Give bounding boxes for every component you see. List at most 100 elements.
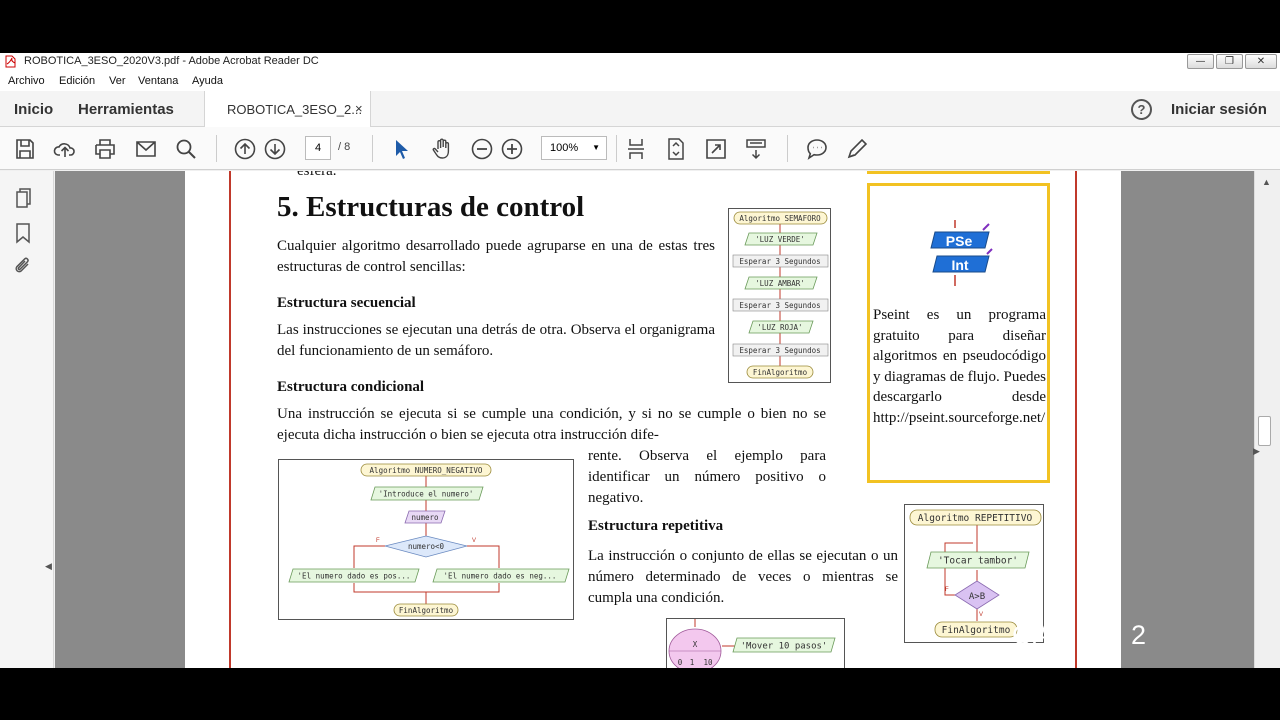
pseint-logo-icon: PSe Int <box>930 220 993 286</box>
top-fragment-text: esfera. <box>297 171 337 179</box>
menu-bar: Archivo Edición Ver Ventana Ayuda <box>0 71 1280 91</box>
repetitivo-condition: A>B <box>969 592 985 602</box>
negativo-left-output: 'El numero dado es pos... <box>298 572 411 581</box>
fit-page-icon[interactable] <box>664 137 688 161</box>
pen-icon[interactable] <box>845 137 869 161</box>
page-down-icon[interactable] <box>263 137 287 161</box>
repetitivo-f-label: F <box>945 587 949 593</box>
scroll-up-icon[interactable]: ▲ <box>1262 177 1271 187</box>
window-title: ROBOTICA_3ESO_2020V3.pdf - Adobe Acrobat… <box>24 55 319 67</box>
mover-range-start: 0 <box>678 658 683 667</box>
video-overlay-caption: CA 2 DE 2 <box>1012 620 1148 650</box>
repetitivo-v-label: V <box>979 612 983 618</box>
vertical-scrollbar[interactable]: ▲ ▶ <box>1253 171 1280 668</box>
mover-range-step: 1 <box>690 658 695 667</box>
print-icon[interactable] <box>93 137 117 161</box>
cond-heading: Estructura condicional <box>277 379 425 395</box>
pse-logo-top: PSe <box>946 233 973 249</box>
tab-bar: Inicio Herramientas ROBOTICA_3ESO_2... ×… <box>0 91 1280 127</box>
negativo-read: numero <box>411 513 439 522</box>
menu-ver[interactable]: Ver <box>109 75 126 87</box>
acrobat-window: ROBOTICA_3ESO_2020V3.pdf - Adobe Acrobat… <box>0 53 1280 668</box>
zoom-out-icon[interactable] <box>470 137 494 161</box>
page-total: / 8 <box>338 141 351 153</box>
seq-heading: Estructura secuencial <box>277 295 416 311</box>
attachment-icon[interactable] <box>12 255 34 277</box>
pseint-info-box: PSe Int Pseint es un programa gratuito p… <box>867 183 1050 483</box>
comment-icon[interactable] <box>805 137 829 161</box>
upload-icon[interactable] <box>53 137 77 161</box>
mail-icon[interactable] <box>134 137 158 161</box>
title-bar: ROBOTICA_3ESO_2020V3.pdf - Adobe Acrobat… <box>0 53 1280 71</box>
tab-home[interactable]: Inicio <box>14 101 53 118</box>
zoom-select[interactable]: 100% ▼ <box>541 136 607 160</box>
negativo-end: FinAlgoritmo <box>399 606 454 615</box>
menu-edicion[interactable]: Edición <box>59 75 95 87</box>
toolbar: 4 / 8 100% ▼ <box>0 127 1280 170</box>
rep-heading: Estructura repetitiva <box>588 518 724 534</box>
semaforo-step-5: 'LUZ ROJA' <box>757 323 802 332</box>
read-mode-icon[interactable] <box>744 137 768 161</box>
semaforo-title: Algoritmo SEMAFORO <box>739 214 821 223</box>
repetitivo-step: 'Tocar tambor' <box>938 556 1018 567</box>
help-icon[interactable]: ? <box>1131 99 1152 120</box>
semaforo-step-2: Esperar 3 Segundos <box>739 257 820 266</box>
negativo-right-output: 'El numero dado es neg... <box>444 572 557 581</box>
mover-var: X <box>693 640 698 649</box>
toolbar-separator <box>372 135 373 162</box>
negativo-f-label: F <box>376 538 380 544</box>
seq-paragraph: Las instrucciones se ejecutan una detrás… <box>277 322 715 359</box>
tab-close-icon[interactable]: × <box>355 101 363 116</box>
pdf-page: esfera. 5. Estructuras de control Cualqu… <box>185 171 1121 668</box>
pseint-description: Pseint es un programa gratuito para dise… <box>873 307 1046 426</box>
save-icon[interactable] <box>13 137 37 161</box>
flowchart-semaforo: Algoritmo SEMAFORO 'LUZ VERDE' Esperar 3… <box>728 208 831 383</box>
signin-button[interactable]: Iniciar sesión <box>1171 101 1267 118</box>
cond-paragraph-continued: rente. Observa el ejemplo para identific… <box>588 448 826 506</box>
navigation-panel: ◀ <box>0 171 54 668</box>
semaforo-step-1: 'LUZ VERDE' <box>755 235 805 244</box>
flowchart-numero-negativo: Algoritmo NUMERO_NEGATIVO 'Introduce el … <box>278 459 574 620</box>
mover-range-end: 10 <box>703 658 713 667</box>
intro-paragraph: Cualquier algoritmo desarrollado puede a… <box>277 238 715 275</box>
toolbar-separator <box>787 135 788 162</box>
close-window-button[interactable]: ✕ <box>1245 54 1277 69</box>
minimize-button[interactable]: — <box>1187 54 1214 69</box>
bookmark-icon[interactable] <box>12 222 34 244</box>
expand-right-panel-icon[interactable]: ▶ <box>1253 446 1260 457</box>
hand-icon[interactable] <box>430 137 454 161</box>
tab-document-label: ROBOTICA_3ESO_2... <box>227 102 363 117</box>
page-number-input[interactable]: 4 <box>305 136 331 160</box>
pages-icon[interactable] <box>12 187 34 209</box>
repetitivo-title: Algoritmo REPETITIVO <box>918 513 1033 524</box>
toolbar-separator <box>216 135 217 162</box>
tab-tools[interactable]: Herramientas <box>78 101 174 118</box>
scrollbar-thumb[interactable] <box>1258 416 1271 446</box>
pse-logo-bottom: Int <box>951 257 968 273</box>
zoom-in-icon[interactable] <box>500 137 524 161</box>
semaforo-step-4: Esperar 3 Segundos <box>739 301 820 310</box>
chevron-down-icon: ▼ <box>592 143 600 152</box>
menu-ventana[interactable]: Ventana <box>138 75 178 87</box>
mover-step: 'Mover 10 pasos' <box>741 642 828 652</box>
page-margin-line-left <box>229 171 231 668</box>
semaforo-step-3: 'LUZ AMBAR' <box>755 279 805 288</box>
screen: ROBOTICA_3ESO_2020V3.pdf - Adobe Acrobat… <box>0 0 1280 720</box>
menu-archivo[interactable]: Archivo <box>8 75 45 87</box>
collapse-panel-button[interactable]: ◀ <box>45 561 52 572</box>
semaforo-end: FinAlgoritmo <box>753 368 808 377</box>
fullscreen-icon[interactable] <box>704 137 728 161</box>
negativo-v-label: V <box>472 538 476 544</box>
search-icon[interactable] <box>174 137 198 161</box>
tab-document[interactable]: ROBOTICA_3ESO_2... × <box>204 91 371 127</box>
semaforo-step-6: Esperar 3 Segundos <box>739 346 820 355</box>
restore-button[interactable]: ❐ <box>1216 54 1243 69</box>
scroll-mode-icon[interactable] <box>624 137 648 161</box>
previous-box-border <box>867 171 1050 174</box>
negativo-title: Algoritmo NUMERO_NEGATIVO <box>370 466 483 475</box>
menu-ayuda[interactable]: Ayuda <box>192 75 223 87</box>
page-up-icon[interactable] <box>233 137 257 161</box>
toolbar-separator <box>616 135 617 162</box>
negativo-condition: numero<0 <box>408 542 445 551</box>
select-cursor-icon[interactable] <box>390 137 414 161</box>
